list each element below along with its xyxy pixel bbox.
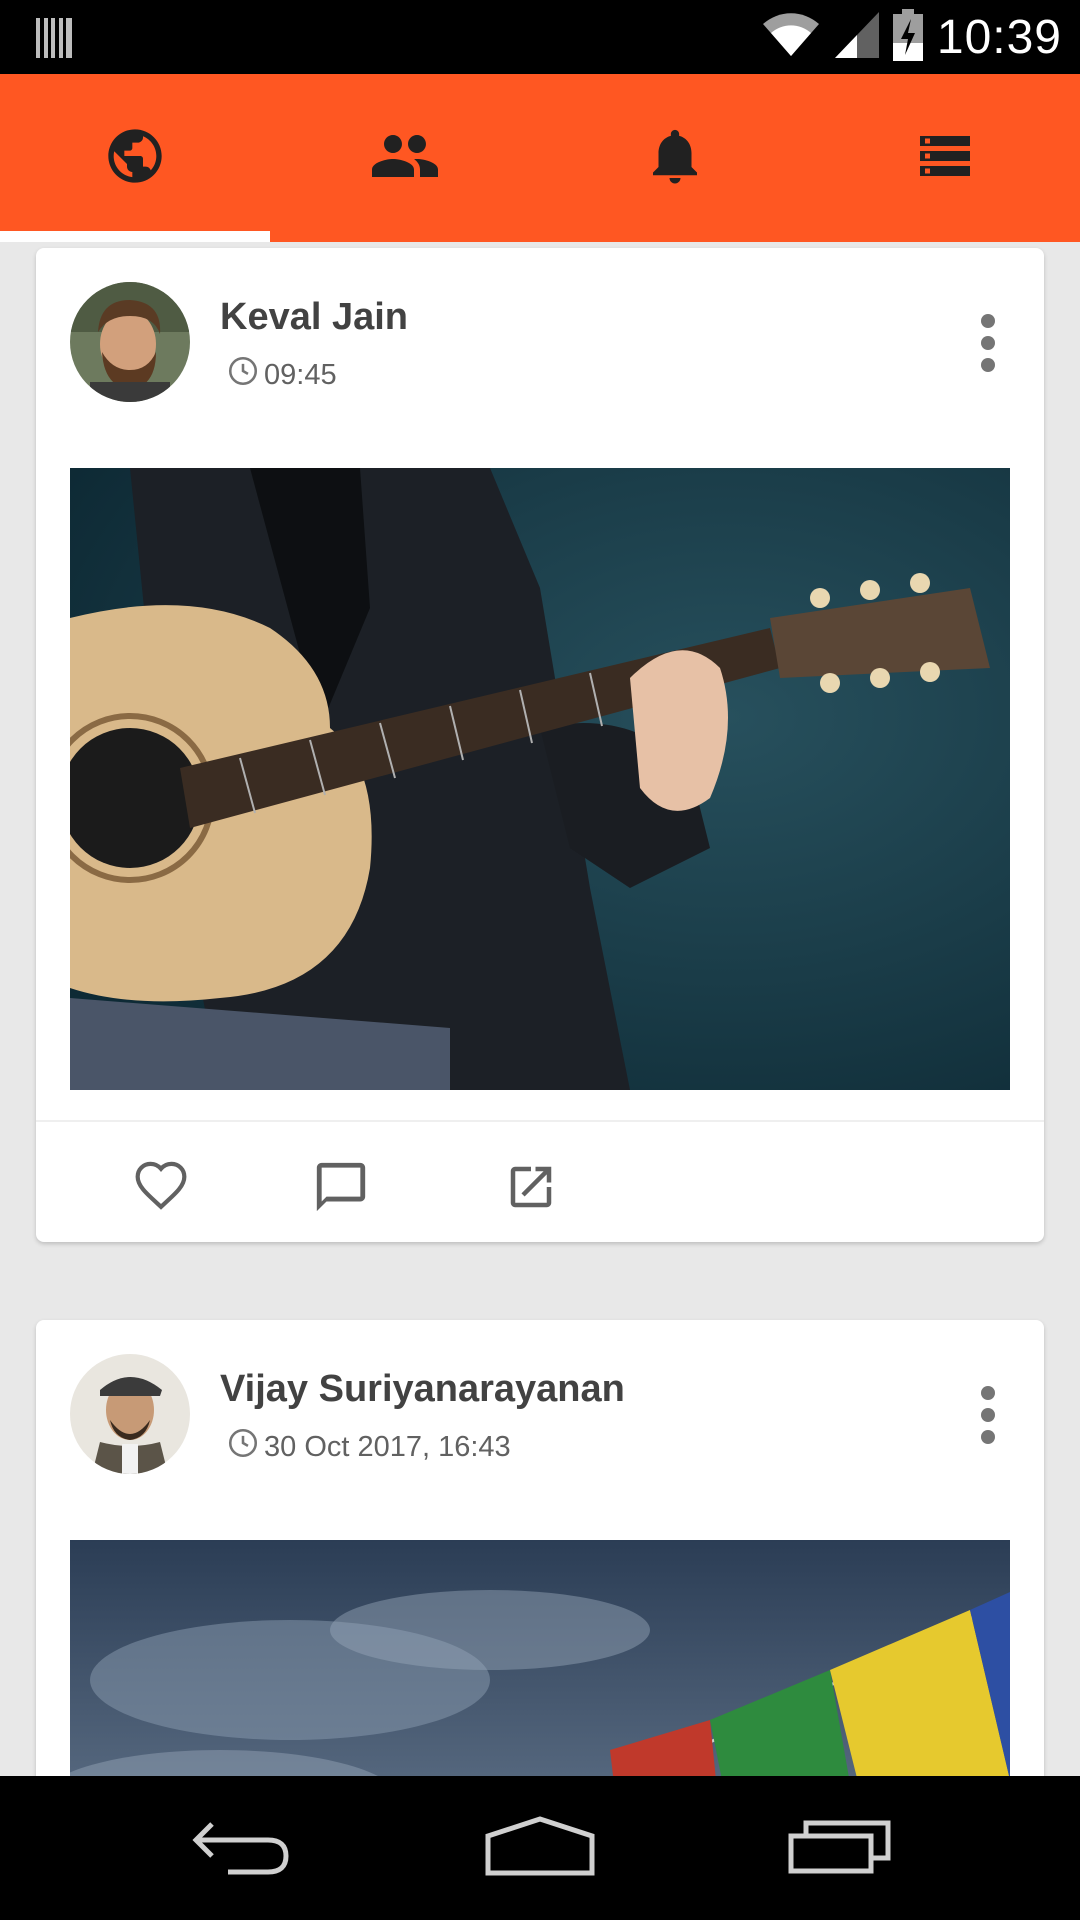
battery-charging-icon [892, 9, 923, 65]
globe-icon [103, 124, 167, 192]
avatar[interactable] [70, 1354, 190, 1474]
dot [981, 1430, 995, 1444]
status-time: 10:39 [936, 10, 1062, 64]
top-tab-bar [0, 74, 1080, 242]
bell-icon [642, 123, 708, 193]
comment-button[interactable] [306, 1154, 376, 1224]
post-card: Keval Jain 09:45 [36, 248, 1044, 1242]
more-options-button[interactable] [968, 1380, 1008, 1450]
tab-storage[interactable] [810, 74, 1080, 242]
tab-people[interactable] [270, 74, 540, 242]
home-icon [485, 1816, 595, 1880]
author-name[interactable]: Keval Jain [220, 296, 408, 339]
sky-prayer-flags-photo[interactable] [70, 1540, 1010, 1776]
back-icon [190, 1816, 290, 1880]
post-timestamp: 09:45 [226, 354, 337, 396]
dot [981, 1408, 995, 1422]
comment-icon [312, 1158, 370, 1220]
recents-icon [788, 1818, 892, 1878]
status-bar: 10:39 [0, 0, 1080, 74]
post-time-text: 09:45 [264, 358, 337, 391]
like-button[interactable] [126, 1154, 196, 1224]
share-button[interactable] [496, 1154, 566, 1224]
storage-icon [915, 126, 975, 190]
dot [981, 358, 995, 372]
feed[interactable]: Keval Jain 09:45 Vijay Suriyanarayanan 3… [0, 242, 1080, 1776]
barcode-icon [36, 14, 72, 58]
back-button[interactable] [140, 1776, 340, 1920]
clock-icon [226, 1426, 260, 1468]
heart-icon [131, 1159, 191, 1219]
post-card: Vijay Suriyanarayanan 30 Oct 2017, 16:43 [36, 1320, 1044, 1776]
dot [981, 336, 995, 350]
tab-notifications[interactable] [540, 74, 810, 242]
post-timestamp: 30 Oct 2017, 16:43 [226, 1426, 511, 1468]
clock-icon [226, 354, 260, 396]
avatar[interactable] [70, 282, 190, 402]
home-button[interactable] [440, 1776, 640, 1920]
guitar-photo[interactable] [70, 468, 1010, 1090]
more-options-button[interactable] [968, 308, 1008, 378]
post-time-text: 30 Oct 2017, 16:43 [264, 1430, 511, 1463]
signal-icon [834, 12, 879, 62]
navigation-bar [0, 1776, 1080, 1920]
active-tab-indicator [0, 231, 270, 242]
people-icon [369, 120, 441, 196]
author-name[interactable]: Vijay Suriyanarayanan [220, 1368, 625, 1411]
dot [981, 1386, 995, 1400]
card-divider [36, 1120, 1044, 1122]
tab-globe[interactable] [0, 74, 270, 242]
wifi-icon [761, 12, 821, 62]
recents-button[interactable] [740, 1776, 940, 1920]
open-external-icon [504, 1160, 558, 1218]
dot [981, 314, 995, 328]
